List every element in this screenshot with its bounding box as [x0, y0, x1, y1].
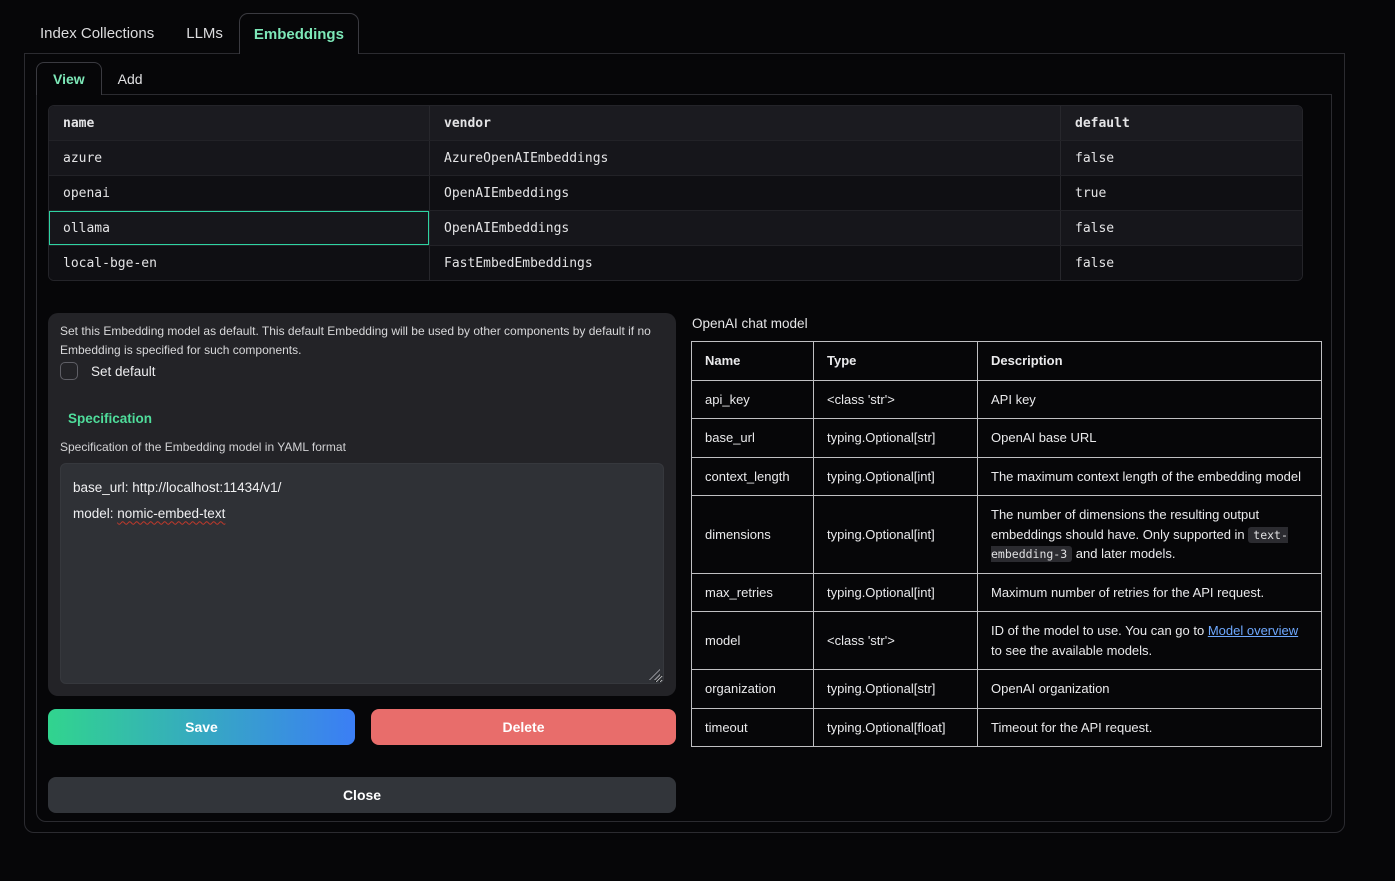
param-type: typing.Optional[int] [814, 496, 978, 574]
yaml-line-1: base_url: http://localhost:11434/v1/ [73, 475, 651, 501]
specification-caption: Specification of the Embedding model in … [60, 440, 346, 454]
table-row-ollama-selected[interactable]: ollama OpenAIEmbeddings false [49, 210, 1302, 245]
minfo-col-name: Name [692, 342, 814, 381]
model-info-table: Name Type Description api_key <class 'st… [691, 341, 1322, 747]
param-desc: Maximum number of retries for the API re… [978, 573, 1322, 612]
set-default-label: Set default [91, 364, 156, 379]
param-type: typing.Optional[float] [814, 708, 978, 747]
yaml-line-2: model: nomic-embed-text [73, 501, 651, 527]
param-desc: The maximum context length of the embedd… [978, 457, 1322, 496]
tab-add[interactable]: Add [102, 62, 159, 95]
yaml-spec-editor[interactable]: base_url: http://localhost:11434/v1/ mod… [60, 463, 664, 684]
param-name: model [692, 612, 814, 670]
tab-llms[interactable]: LLMs [170, 13, 239, 54]
cell-vendor: OpenAIEmbeddings [429, 211, 1060, 245]
col-header-default: default [1060, 106, 1302, 140]
minfo-col-description: Description [978, 342, 1322, 381]
table-row-openai[interactable]: openai OpenAIEmbeddings true [49, 175, 1302, 210]
param-row-dimensions: dimensions typing.Optional[int] The numb… [692, 496, 1322, 574]
model-info-header-row: Name Type Description [692, 342, 1322, 381]
param-row-context-length: context_length typing.Optional[int] The … [692, 457, 1322, 496]
param-desc: Timeout for the API request. [978, 708, 1322, 747]
param-name: max_retries [692, 573, 814, 612]
main-tabbar: Index Collections LLMs Embeddings [24, 13, 359, 54]
cell-name-selected: ollama [49, 211, 429, 245]
param-name: timeout [692, 708, 814, 747]
cell-name: openai [49, 176, 429, 210]
cell-default: false [1060, 141, 1302, 175]
cell-default: true [1060, 176, 1302, 210]
param-name: context_length [692, 457, 814, 496]
param-type: <class 'str'> [814, 380, 978, 419]
embedding-detail-panel: Set this Embedding model as default. Thi… [48, 313, 676, 696]
param-name: base_url [692, 419, 814, 458]
model-info-title: OpenAI chat model [692, 316, 808, 331]
resize-grip-icon[interactable] [649, 669, 660, 680]
minfo-col-type: Type [814, 342, 978, 381]
col-header-name: name [49, 106, 429, 140]
tab-embeddings[interactable]: Embeddings [239, 13, 359, 54]
param-type: typing.Optional[str] [814, 419, 978, 458]
param-type: typing.Optional[str] [814, 670, 978, 709]
cell-default: false [1060, 246, 1302, 280]
param-desc: ID of the model to use. You can go to Mo… [978, 612, 1322, 670]
specification-heading: Specification [68, 411, 152, 426]
cell-name: local-bge-en [49, 246, 429, 280]
param-type: <class 'str'> [814, 612, 978, 670]
cell-vendor: AzureOpenAIEmbeddings [429, 141, 1060, 175]
page: Index Collections LLMs Embeddings View A… [0, 0, 1395, 881]
param-type: typing.Optional[int] [814, 573, 978, 612]
param-name: dimensions [692, 496, 814, 574]
param-desc: API key [978, 380, 1322, 419]
model-overview-link[interactable]: Model overview [1208, 623, 1298, 638]
param-row-api-key: api_key <class 'str'> API key [692, 380, 1322, 419]
save-button[interactable]: Save [48, 709, 355, 745]
tab-view[interactable]: View [36, 62, 102, 95]
tab-index-collections[interactable]: Index Collections [24, 13, 170, 54]
table-row-local-bge-en[interactable]: local-bge-en FastEmbedEmbeddings false [49, 245, 1302, 280]
yaml-model-value: nomic-embed-text [117, 506, 225, 521]
param-desc: OpenAI organization [978, 670, 1322, 709]
param-row-timeout: timeout typing.Optional[float] Timeout f… [692, 708, 1322, 747]
param-row-model: model <class 'str'> ID of the model to u… [692, 612, 1322, 670]
cell-vendor: FastEmbedEmbeddings [429, 246, 1060, 280]
col-header-vendor: vendor [429, 106, 1060, 140]
param-row-organization: organization typing.Optional[str] OpenAI… [692, 670, 1322, 709]
set-default-help-text: Set this Embedding model as default. Thi… [60, 322, 666, 360]
param-desc: OpenAI base URL [978, 419, 1322, 458]
delete-button[interactable]: Delete [371, 709, 676, 745]
embeddings-table-header: name vendor default [49, 106, 1302, 140]
param-row-base-url: base_url typing.Optional[str] OpenAI bas… [692, 419, 1322, 458]
cell-default: false [1060, 211, 1302, 245]
embeddings-table: name vendor default azure AzureOpenAIEmb… [48, 105, 1303, 281]
close-button[interactable]: Close [48, 777, 676, 813]
table-row-azure[interactable]: azure AzureOpenAIEmbeddings false [49, 140, 1302, 175]
cell-name: azure [49, 141, 429, 175]
param-name: organization [692, 670, 814, 709]
set-default-row[interactable]: Set default [60, 362, 156, 380]
sub-tabbar: View Add [36, 62, 159, 95]
cell-vendor: OpenAIEmbeddings [429, 176, 1060, 210]
param-type: typing.Optional[int] [814, 457, 978, 496]
set-default-checkbox[interactable] [60, 362, 78, 380]
param-desc: The number of dimensions the resulting o… [978, 496, 1322, 574]
param-name: api_key [692, 380, 814, 419]
param-row-max-retries: max_retries typing.Optional[int] Maximum… [692, 573, 1322, 612]
